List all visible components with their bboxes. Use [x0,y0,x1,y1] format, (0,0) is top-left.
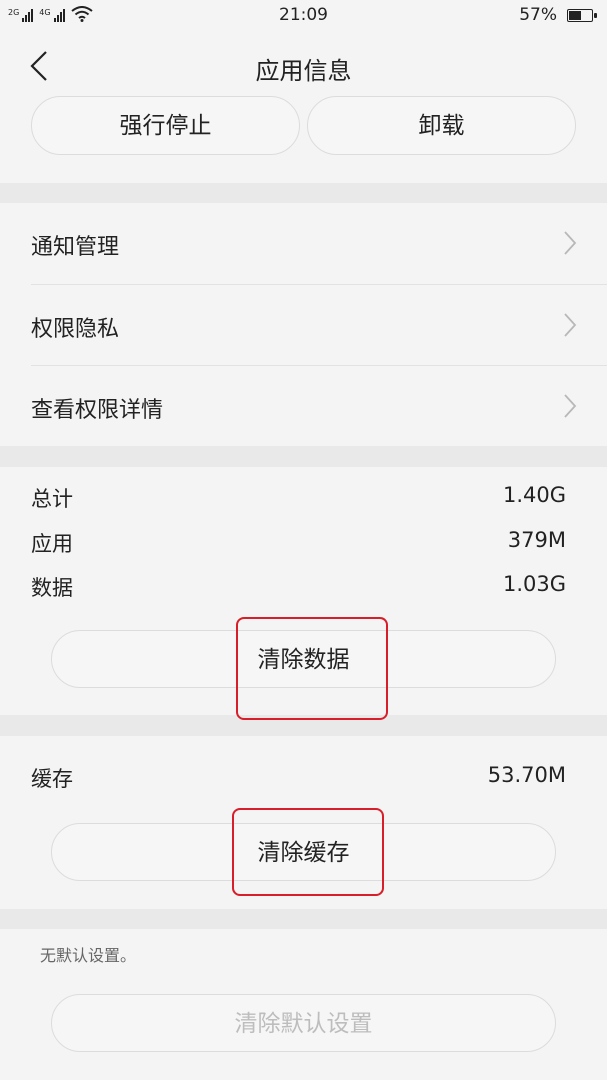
chevron-right-icon [564,313,577,337]
menu-item-label: 通知管理 [31,235,120,260]
cache-value: 53.70M [487,763,566,787]
storage-data-row: 数据 1.03G [31,572,566,602]
force-stop-button[interactable]: 强行停止 [31,96,300,155]
menu-item-notification-management[interactable]: 通知管理 [0,203,607,284]
back-button[interactable] [22,46,62,86]
menu-item-permission-privacy[interactable]: 权限隐私 [0,285,607,366]
battery-fill [569,11,581,20]
storage-total-value: 1.40G [502,483,566,507]
storage-total-row: 总计 1.40G [31,483,566,513]
cache-label: 缓存 [31,767,73,791]
battery-percent: 57% [519,5,557,25]
cache-row: 缓存 53.70M [31,763,566,793]
chevron-right-icon [564,394,577,418]
menu-item-label: 权限隐私 [31,317,120,342]
storage-total-label: 总计 [31,487,73,511]
menu-item-permission-details[interactable]: 查看权限详情 [0,366,607,447]
storage-app-row: 应用 379M [31,528,566,558]
settings-menu-section: 通知管理 权限隐私 查看权限详情 [0,203,607,446]
storage-app-label: 应用 [31,532,73,556]
clear-cache-button[interactable]: 清除缓存 [51,823,556,881]
status-bar: 2G 4G 21:09 57% [0,0,607,32]
clear-data-button[interactable]: 清除数据 [51,630,556,688]
cache-section: 缓存 53.70M 清除缓存 [0,736,607,909]
clear-defaults-button[interactable]: 清除默认设置 [51,994,556,1052]
default-settings-section: 无默认设置。 清除默认设置 [0,929,607,1080]
storage-data-value: 1.03G [502,572,566,596]
menu-item-label: 查看权限详情 [31,398,164,423]
chevron-right-icon [564,231,577,255]
storage-section: 总计 1.40G 应用 379M 数据 1.03G 清除数据 [0,467,607,720]
title-bar: 应用信息 [0,32,607,100]
app-actions-section: 强行停止 卸载 [0,96,607,183]
page-title: 应用信息 [255,57,352,85]
battery-icon [567,9,597,22]
storage-data-label: 数据 [31,576,73,600]
chevron-left-icon [30,51,47,81]
uninstall-button[interactable]: 卸载 [307,96,576,155]
storage-app-value: 379M [507,528,566,552]
clock: 21:09 [279,5,328,25]
no-defaults-note: 无默认设置。 [40,946,137,965]
